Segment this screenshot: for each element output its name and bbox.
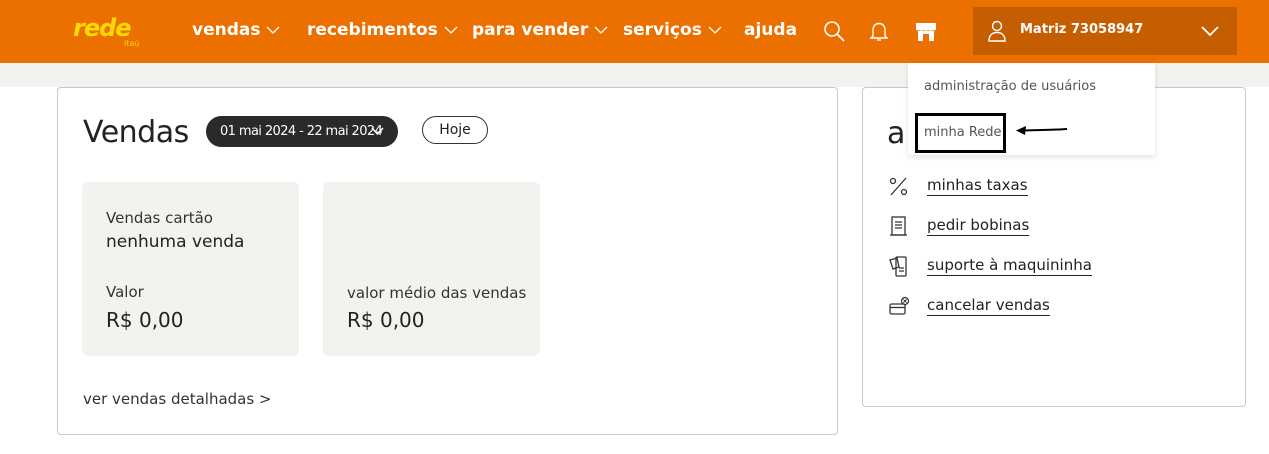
date-range-selector[interactable]: 01 mai 2024 - 22 mai 2024	[206, 116, 398, 147]
bell-icon[interactable]	[867, 19, 891, 43]
percent-icon	[889, 177, 908, 196]
link-cancelar-vendas[interactable]: cancelar vendas	[887, 294, 1050, 318]
nav-recebimentos[interactable]: recebimentos	[307, 18, 458, 42]
chevron-down-icon	[1201, 26, 1219, 37]
link-label: cancelar vendas	[927, 296, 1050, 316]
chevron-down-icon	[444, 26, 458, 34]
chevron-down-icon	[267, 26, 280, 34]
nav-vendas[interactable]: vendas	[192, 18, 280, 42]
nav-label: serviços	[623, 20, 702, 40]
average-value: R$ 0,00	[347, 308, 425, 332]
nav-label: vendas	[192, 20, 261, 40]
detailed-sales-link[interactable]: ver vendas detalhadas >	[83, 390, 272, 408]
menu-item-admin-usuarios[interactable]: administração de usuários	[924, 79, 1096, 94]
chevron-down-icon	[371, 127, 384, 136]
receipt-icon	[890, 216, 907, 236]
nav-label: recebimentos	[307, 20, 438, 40]
rede-logo[interactable]: rede itaú	[70, 12, 150, 52]
link-label: suporte à maquininha	[927, 256, 1092, 276]
top-navigation-bar: rede itaú vendas recebimentos para vende…	[0, 0, 1269, 63]
link-minhas-taxas[interactable]: minhas taxas	[887, 174, 1028, 198]
link-label: pedir bobinas	[927, 216, 1030, 236]
account-selector[interactable]: Matriz 73058947	[973, 7, 1237, 55]
user-icon	[988, 20, 1006, 42]
highlight-annotation-box	[915, 113, 1006, 153]
logo-sub: itaú	[124, 39, 140, 48]
today-button[interactable]: Hoje	[422, 116, 488, 144]
nav-para-vender[interactable]: para vender	[472, 18, 608, 42]
cancel-card-icon	[889, 296, 910, 315]
average-sales-tile: valor médio das vendas R$ 0,00	[323, 182, 540, 356]
link-suporte-maquininha[interactable]: suporte à maquininha	[887, 254, 1092, 278]
link-pedir-bobinas[interactable]: pedir bobinas	[887, 214, 1030, 238]
shortcuts-title: a	[887, 116, 906, 151]
sales-title: Vendas	[83, 115, 189, 150]
arrow-left-icon	[1016, 126, 1068, 135]
store-icon[interactable]	[914, 19, 938, 43]
link-label: minhas taxas	[927, 176, 1028, 196]
nav-label: para vender	[472, 20, 589, 40]
chevron-down-icon	[708, 26, 722, 34]
nav-ajuda[interactable]: ajuda	[744, 18, 797, 42]
average-label: valor médio das vendas	[347, 284, 527, 302]
logo-wordmark: rede	[73, 14, 132, 42]
nav-label: ajuda	[744, 20, 798, 40]
card-sales-tile: Vendas cartão nenhuma venda Valor R$ 0,0…	[82, 182, 299, 356]
amount-label: Valor	[106, 283, 144, 301]
card-machine-icon	[889, 256, 907, 277]
card-sales-label: Vendas cartão	[106, 209, 213, 227]
nav-servicos[interactable]: serviços	[623, 18, 722, 42]
search-icon[interactable]	[822, 19, 846, 43]
account-name: Matriz 73058947	[1020, 22, 1144, 37]
date-range-label: 01 mai 2024 - 22 mai 2024	[220, 124, 383, 139]
card-sales-value: nenhuma venda	[106, 232, 245, 252]
sales-card: Vendas 01 mai 2024 - 22 mai 2024 Hoje Ve…	[57, 87, 838, 435]
chevron-down-icon	[594, 26, 608, 34]
amount-value: R$ 0,00	[106, 308, 184, 332]
